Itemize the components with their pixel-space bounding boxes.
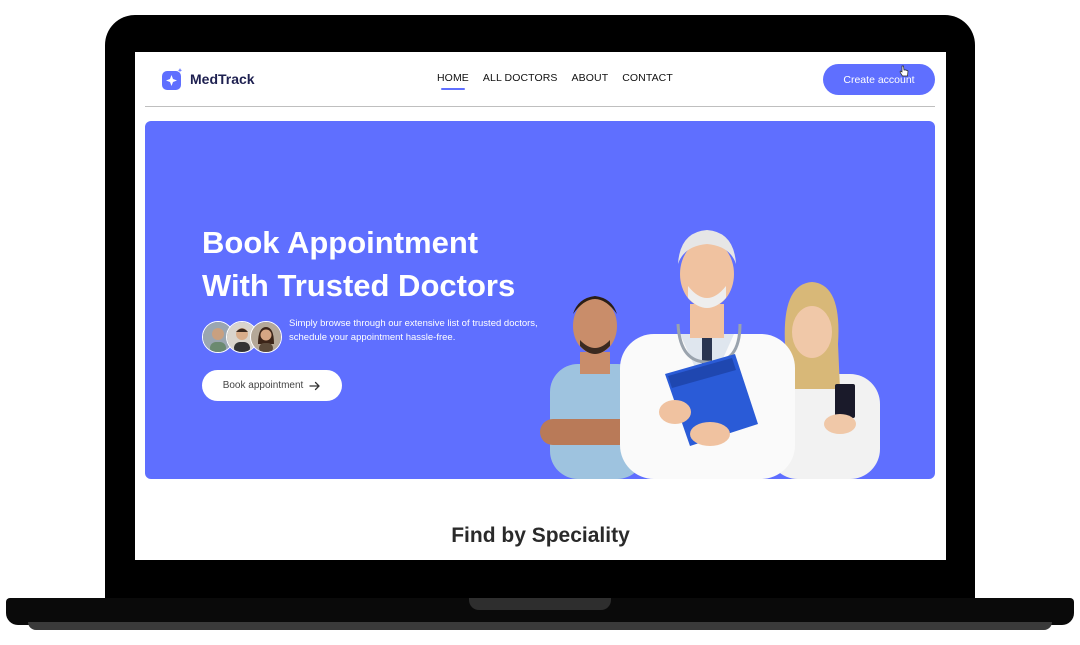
avatar: [250, 321, 282, 353]
book-appointment-button[interactable]: Book appointment: [202, 370, 342, 401]
arrow-right-icon: [309, 381, 321, 390]
find-by-speciality-heading: Find by Speciality: [451, 524, 630, 547]
hand-cursor-icon: [899, 65, 909, 77]
doctors-group-photo: [540, 230, 880, 479]
hero-title: Book Appointment With Trusted Doctors: [202, 221, 515, 307]
logo[interactable]: MedTrack: [162, 68, 255, 90]
nav-all-doctors[interactable]: ALL DOCTORS: [483, 72, 558, 84]
laptop-notch: [469, 598, 611, 610]
browser-screen: MedTrack HOME ALL DOCTORS ABOUT CONTACT …: [135, 52, 946, 560]
laptop-base-shadow: [28, 622, 1052, 630]
hero-description: Simply browse through our extensive list…: [289, 317, 539, 345]
main-menu: HOME ALL DOCTORS ABOUT CONTACT: [437, 72, 673, 90]
navbar: MedTrack HOME ALL DOCTORS ABOUT CONTACT …: [135, 52, 946, 107]
nav-about[interactable]: ABOUT: [572, 72, 609, 84]
hero-desc-line-1: Simply browse through our extensive list…: [289, 318, 538, 329]
nav-home[interactable]: HOME: [437, 72, 469, 90]
patient-avatars: [202, 321, 282, 353]
doctor-center: [620, 230, 795, 479]
nav-contact[interactable]: CONTACT: [622, 72, 673, 84]
hero-banner: Book Appointment With Trusted Doctors Si…: [145, 121, 935, 479]
brand-name: MedTrack: [190, 71, 255, 87]
hero-title-line-1: Book Appointment: [202, 225, 479, 260]
nav-divider: [145, 106, 935, 107]
create-account-button[interactable]: Create account: [823, 64, 935, 95]
hero-desc-line-2: schedule your appointment hassle-free.: [289, 332, 456, 343]
hero-title-line-2: With Trusted Doctors: [202, 268, 516, 303]
book-appointment-label: Book appointment: [222, 380, 304, 391]
logo-icon: [162, 68, 183, 90]
